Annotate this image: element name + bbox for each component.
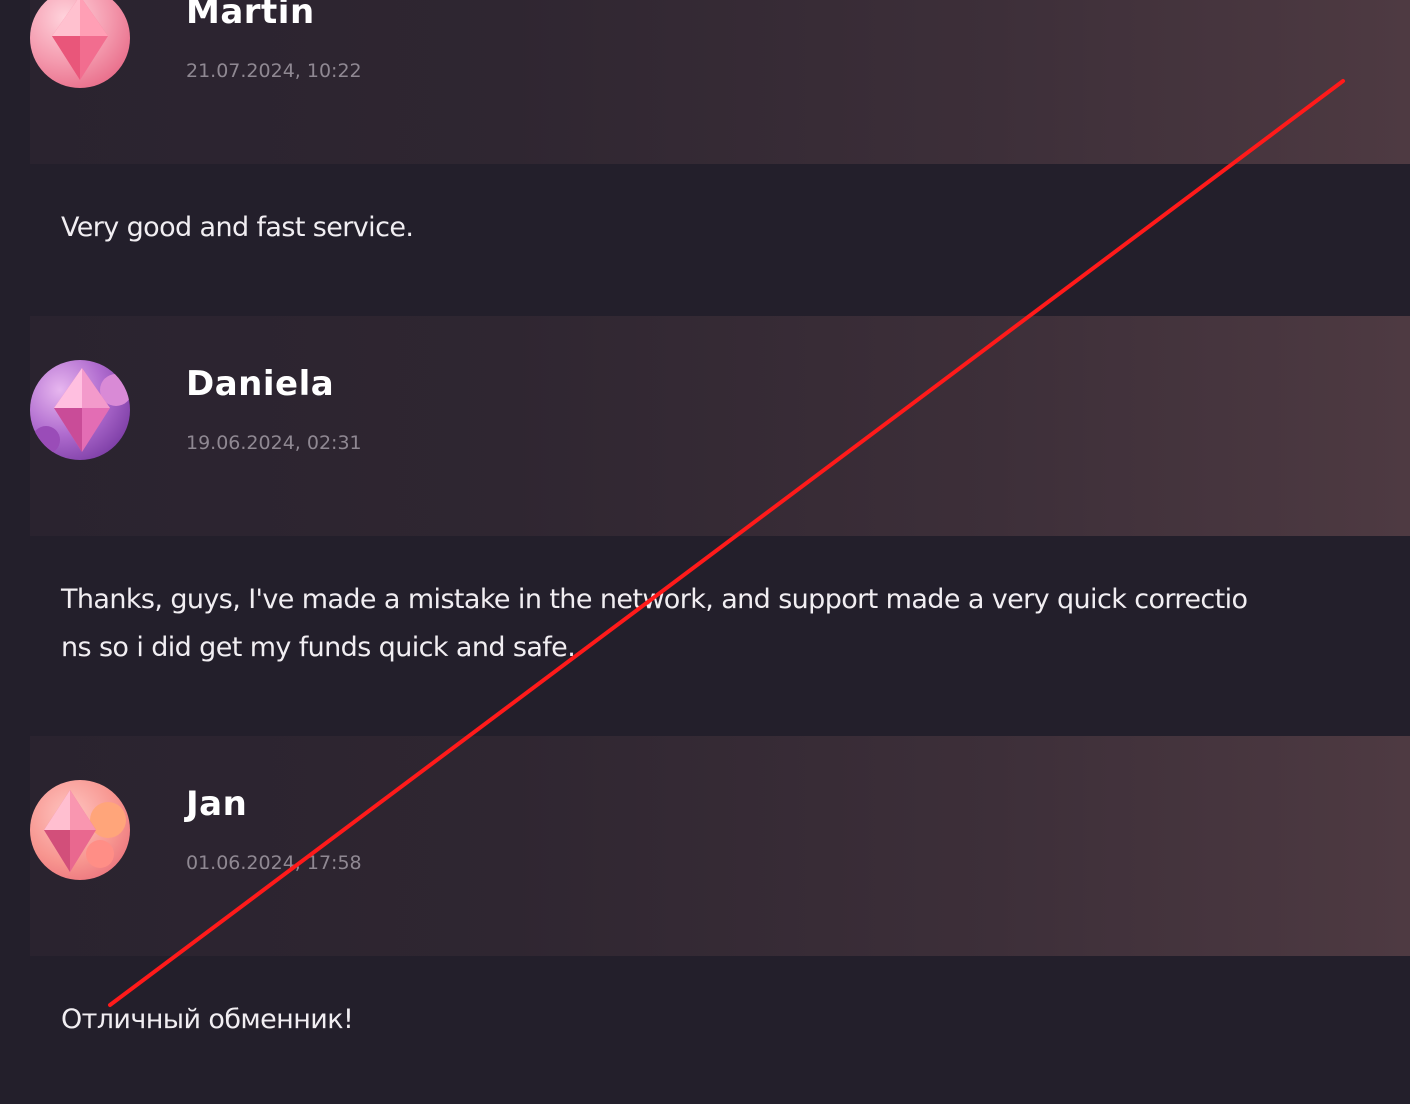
coral-crystal-avatar-icon xyxy=(30,780,130,880)
review-text-line: Отличный обменник! xyxy=(61,1004,354,1035)
review-text-line: ns so i did get my funds quick and safe. xyxy=(61,632,576,663)
author-name: Daniela xyxy=(186,364,335,404)
review-text: Very good and fast service. xyxy=(61,204,1410,252)
review-date: 01.06.2024, 17:58 xyxy=(186,852,362,874)
reviews-page: Martin 21.07.2024, 10:22 Very good and f… xyxy=(0,0,1410,1104)
author-name: Martin xyxy=(186,0,315,32)
review-text-line: Very good and fast service. xyxy=(61,212,414,243)
author-name: Jan xyxy=(186,784,248,824)
review-header: Martin 21.07.2024, 10:22 xyxy=(30,0,1410,164)
review-text: Thanks, guys, I've made a mistake in the… xyxy=(61,576,1410,672)
review-card: Daniela 19.06.2024, 02:31 Thanks, guys, … xyxy=(0,316,1410,736)
review-date: 19.06.2024, 02:31 xyxy=(186,432,362,454)
review-text-line: Thanks, guys, I've made a mistake in the… xyxy=(61,584,1248,615)
purple-crystal-avatar-icon xyxy=(30,360,130,460)
review-card: Martin 21.07.2024, 10:22 Very good and f… xyxy=(0,0,1410,316)
review-date: 21.07.2024, 10:22 xyxy=(186,60,362,82)
review-card: Jan 01.06.2024, 17:58 Отличный обменник! xyxy=(0,736,1410,1104)
pink-crystal-avatar-icon xyxy=(30,0,130,88)
review-text: Отличный обменник! xyxy=(61,996,1410,1044)
review-header: Daniela 19.06.2024, 02:31 xyxy=(30,316,1410,536)
review-header: Jan 01.06.2024, 17:58 xyxy=(30,736,1410,956)
